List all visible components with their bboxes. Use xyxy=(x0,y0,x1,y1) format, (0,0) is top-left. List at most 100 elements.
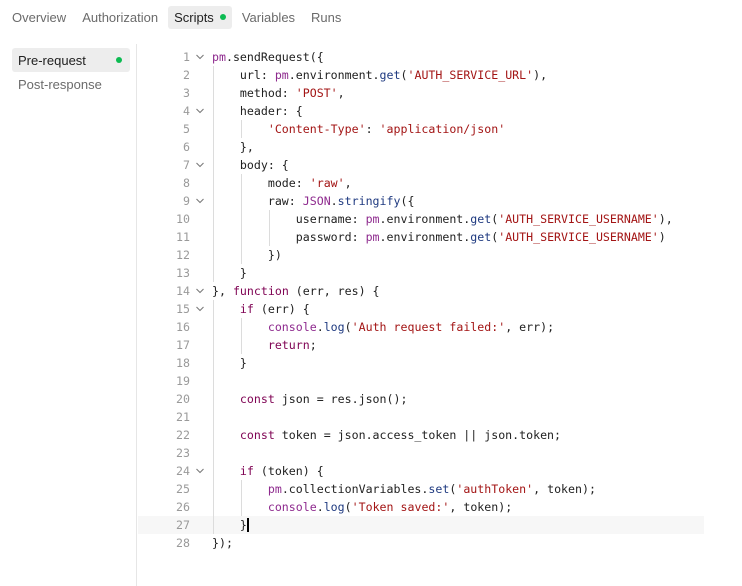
text-cursor xyxy=(247,518,249,532)
line-number: 18 xyxy=(176,356,190,370)
line-number: 25 xyxy=(176,482,190,496)
code-text: if (err) { xyxy=(239,302,310,316)
line-number: 9 xyxy=(183,194,190,208)
code-text: url: pm.environment.get('AUTH_SERVICE_UR… xyxy=(212,68,548,82)
code-text: console.log('Token saved:', token); xyxy=(267,500,513,514)
line-number: 17 xyxy=(176,338,190,352)
code-text: console.log('Auth request failed:', err)… xyxy=(267,320,555,334)
indent-guide xyxy=(269,210,270,246)
tab-scripts[interactable]: Scripts xyxy=(168,5,232,29)
code-text: }, xyxy=(212,140,254,154)
code-line[interactable]: 21 xyxy=(138,408,704,426)
line-number: 19 xyxy=(176,374,190,388)
line-number: 20 xyxy=(176,392,190,406)
code-editor[interactable]: 1 pm.sendRequest({ 2 url: pm.environment.g… xyxy=(138,48,742,586)
line-number: 6 xyxy=(183,140,190,154)
line-number: 14 xyxy=(176,284,190,298)
tab-label: Variables xyxy=(241,9,296,25)
tab-label: Overview xyxy=(12,9,67,25)
line-number: 11 xyxy=(176,230,190,244)
code-text: pm.sendRequest({ xyxy=(212,50,324,64)
code-line[interactable]: 23 xyxy=(138,444,704,462)
line-number: 22 xyxy=(176,428,190,442)
tab-overview[interactable]: Overview xyxy=(6,6,72,29)
code-line[interactable]: 13 } xyxy=(138,264,704,282)
line-number: 3 xyxy=(183,86,190,100)
code-line[interactable]: 27 } xyxy=(138,516,704,534)
code-line[interactable]: 25 pm.collectionVariables.set('authToken… xyxy=(138,480,704,498)
tab-label: Runs xyxy=(311,9,342,25)
code-line[interactable]: 2 url: pm.environment.get('AUTH_SERVICE_… xyxy=(138,66,704,84)
code-line[interactable]: 14 }, function (err, res) { xyxy=(138,282,704,300)
indent-guide xyxy=(241,174,242,264)
fold-chevron-icon[interactable] xyxy=(196,107,204,115)
code-line[interactable]: 10 username: pm.environment.get('AUTH_SE… xyxy=(138,210,704,228)
code-line[interactable]: 4 header: { xyxy=(138,102,704,120)
code-line[interactable]: 5 'Content-Type': 'application/json' xyxy=(138,120,704,138)
code-line[interactable]: 17 return; xyxy=(138,336,704,354)
code-line[interactable]: 6 }, xyxy=(138,138,704,156)
tab-authorization[interactable]: Authorization xyxy=(76,6,164,29)
code-line[interactable]: 3 method: 'POST', xyxy=(138,84,704,102)
code-text: header: { xyxy=(212,104,303,118)
script-phase-list: Pre-request Post-response xyxy=(0,44,137,586)
code-line[interactable]: 15 if (err) { xyxy=(138,300,704,318)
code-text: method: 'POST', xyxy=(212,86,345,100)
line-number: 10 xyxy=(176,212,190,226)
code-text: }); xyxy=(212,536,233,550)
line-number: 24 xyxy=(176,464,190,478)
fold-chevron-icon[interactable] xyxy=(196,467,204,475)
indent-guide xyxy=(213,300,214,534)
code-line[interactable]: 24 if (token) { xyxy=(138,462,704,480)
tab-label: Authorization xyxy=(82,9,159,25)
code-line[interactable]: 7 body: { xyxy=(138,156,704,174)
line-number: 15 xyxy=(176,302,190,316)
code-line[interactable]: 12 }) xyxy=(138,246,704,264)
code-line[interactable]: 28}); xyxy=(138,534,704,552)
code-text: }) xyxy=(212,248,282,262)
line-number: 26 xyxy=(176,500,190,514)
line-number: 23 xyxy=(176,446,190,460)
code-text: password: pm.environment.get('AUTH_SERVI… xyxy=(212,230,666,244)
code-line[interactable]: 9 raw: JSON.stringify({ xyxy=(138,192,704,210)
line-number: 1 xyxy=(183,50,190,64)
line-number: 27 xyxy=(176,518,190,532)
line-number: 13 xyxy=(176,266,190,280)
request-tabs: Overview Authorization Scripts Variables Run… xyxy=(0,0,742,34)
code-text: body: { xyxy=(212,158,289,172)
fold-chevron-icon[interactable] xyxy=(196,53,204,61)
tab-variables[interactable]: Variables xyxy=(236,6,301,29)
phase-label: Post-response xyxy=(18,76,102,92)
fold-chevron-icon[interactable] xyxy=(196,305,204,313)
indent-guide xyxy=(213,66,214,282)
code-text: raw: JSON.stringify({ xyxy=(212,194,415,208)
code-line[interactable]: 19 xyxy=(138,372,704,390)
fold-chevron-icon[interactable] xyxy=(196,197,204,205)
fold-chevron-icon[interactable] xyxy=(196,287,204,295)
line-number: 16 xyxy=(176,320,190,334)
indent-guide xyxy=(241,120,242,138)
status-dot-icon xyxy=(219,14,226,20)
code-text: mode: 'raw', xyxy=(212,176,352,190)
status-dot-icon xyxy=(116,57,122,63)
code-line[interactable]: 26 console.log('Token saved:', token); xyxy=(138,498,704,516)
phase-post-response[interactable]: Post-response xyxy=(12,72,130,96)
code-text: }, function (err, res) { xyxy=(212,284,380,298)
line-number: 7 xyxy=(183,158,190,172)
fold-chevron-icon[interactable] xyxy=(196,161,204,169)
tab-label: Scripts xyxy=(174,9,214,25)
code-line[interactable]: 20 const json = res.json(); xyxy=(138,390,704,408)
code-text: pm.collectionVariables.set('authToken', … xyxy=(267,482,596,496)
code-text: if (token) { xyxy=(239,464,324,478)
code-line[interactable]: 16 console.log('Auth request failed:', e… xyxy=(138,318,704,336)
code-text: username: pm.environment.get('AUTH_SERVI… xyxy=(212,212,673,226)
tab-runs[interactable]: Runs xyxy=(305,6,347,29)
code-line[interactable]: 18 } xyxy=(138,354,704,372)
phase-pre-request[interactable]: Pre-request xyxy=(12,48,130,72)
code-text: 'Content-Type': 'application/json' xyxy=(267,122,506,136)
phase-label: Pre-request xyxy=(18,52,86,68)
code-line[interactable]: 1 pm.sendRequest({ xyxy=(138,48,704,66)
code-line[interactable]: 8 mode: 'raw', xyxy=(138,174,704,192)
code-line[interactable]: 22 const token = json.access_token || js… xyxy=(138,426,704,444)
code-line[interactable]: 11 password: pm.environment.get('AUTH_SE… xyxy=(138,228,704,246)
